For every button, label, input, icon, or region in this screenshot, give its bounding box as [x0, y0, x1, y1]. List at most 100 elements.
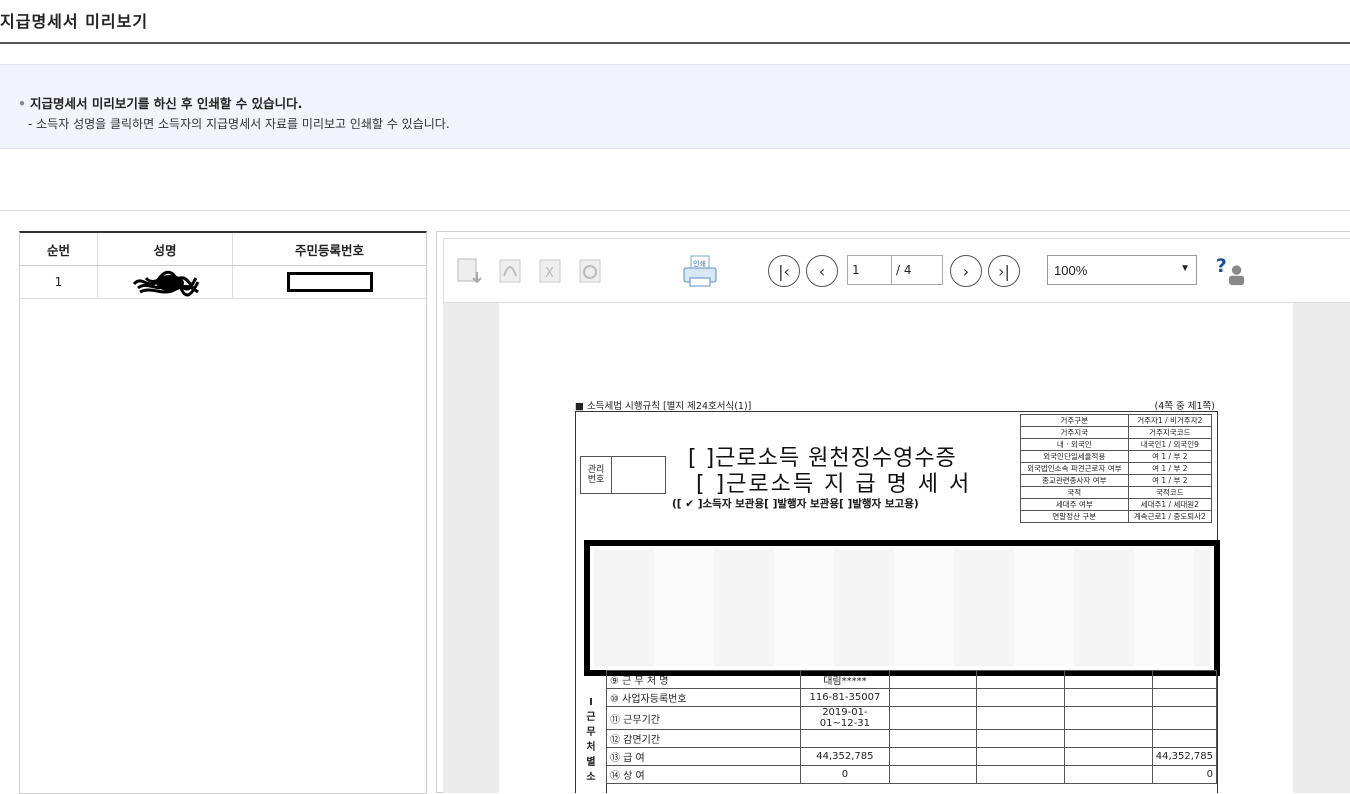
residency-label: 세대주 여부	[1020, 498, 1129, 511]
row-empty	[888, 688, 978, 707]
row-empty	[1064, 706, 1153, 730]
page-title: 지급명세서 미리보기	[0, 12, 149, 31]
side-label-char: 소	[586, 772, 596, 783]
income-row: ⑫ 감면기간	[605, 729, 1218, 748]
row-empty	[888, 670, 978, 689]
row-total: 0	[1151, 765, 1218, 784]
row-empty	[888, 765, 978, 784]
page-total: / 4	[891, 255, 943, 285]
residency-value: 여 1 / 부 2	[1127, 450, 1213, 463]
residency-value: 세대주1 / 세대원2	[1127, 498, 1213, 511]
income-table: ⑨ 근 무 처 명 대림***** ⑩ 사업자등록번호 116-81-35007 ⑪ 근…	[605, 670, 1218, 784]
list-header: 순번 성명 주민등록번호	[20, 233, 426, 266]
residency-value: 내국인1 / 외국인9	[1127, 438, 1213, 451]
residency-label: 외국인단일세율적용	[1020, 450, 1129, 463]
row-empty	[1064, 688, 1153, 707]
info-box: • 지급명세서 미리보기를 하신 후 인쇄할 수 있습니다. - 소득자 성명을 …	[0, 64, 1350, 149]
viewer-toolbar: X 인쇄 |‹ ‹ 1 / 4 › ›| 100% ▼ ?	[443, 238, 1350, 303]
row-label: ⑭ 상 여	[605, 765, 802, 784]
residency-label: 외국법인소속 파견근로자 여부	[1020, 462, 1129, 475]
header-no: 순번	[20, 233, 98, 265]
row-total	[1151, 706, 1218, 730]
residency-row: 연말정산 구분 계속근로1 / 중도퇴사2	[1020, 510, 1213, 523]
row-value: 2019-01-01~12-31	[800, 706, 890, 730]
form-copy-type: ([ ✔ ]소득자 보관용[ ]발행자 보관용[ ]발행자 보고용)	[672, 498, 919, 510]
residency-row: 외국법인소속 파견근로자 여부 여 1 / 부 2	[1020, 462, 1213, 475]
print-button[interactable]: 인쇄	[680, 255, 720, 287]
row-value: 116-81-35007	[800, 688, 890, 707]
residency-label: 거주지국	[1020, 426, 1129, 439]
residency-label: 내 · 외국인	[1020, 438, 1129, 451]
income-row: ⑨ 근 무 처 명 대림*****	[605, 670, 1218, 689]
bullet-icon: •	[18, 96, 26, 111]
side-label: I근무처별소	[576, 670, 607, 793]
page-number-input[interactable]: 1	[847, 255, 891, 285]
income-row: ⑩ 사업자등록번호 116-81-35007	[605, 688, 1218, 707]
residency-label: 종교관련종사자 여부	[1020, 474, 1129, 487]
last-page-button[interactable]: ›|	[988, 255, 1020, 287]
pdf-icon[interactable]	[494, 255, 526, 287]
svg-text:X: X	[545, 266, 554, 281]
form-header: ■ 소득세법 시행규칙 [별지 제24호서식(1)] (4쪽 중 제1쪽)	[575, 398, 1215, 412]
redacted-name-scribble	[132, 270, 200, 297]
chevron-down-icon: ▼	[1180, 263, 1190, 274]
row-total	[1151, 670, 1218, 689]
side-label-char: 별	[586, 757, 596, 768]
row-label: ⑪ 근무기간	[605, 706, 802, 730]
residency-label: 연말정산 구분	[1020, 510, 1129, 523]
row-value	[800, 729, 890, 748]
residency-row: 내 · 외국인 내국인1 / 외국인9	[1020, 438, 1213, 451]
header-name: 성명	[98, 233, 233, 265]
print-label: 인쇄	[693, 259, 706, 268]
residency-row: 외국인단일세율적용 여 1 / 부 2	[1020, 450, 1213, 463]
residency-row: 세대주 여부 세대주1 / 세대원2	[1020, 498, 1213, 511]
row-empty	[976, 688, 1066, 707]
row-value: 대림*****	[800, 670, 890, 689]
document-page: ■ 소득세법 시행규칙 [별지 제24호서식(1)] (4쪽 중 제1쪽) 관리…	[499, 303, 1293, 793]
residency-row: 종교관련종사자 여부 여 1 / 부 2	[1020, 474, 1213, 487]
excel-icon[interactable]: X	[534, 255, 566, 287]
side-label-char: 무	[586, 727, 596, 738]
prev-page-button[interactable]: ‹	[806, 255, 838, 287]
residency-row: 거주구분 거주자1 / 비거주자2	[1020, 414, 1213, 427]
management-number-label: 관리 번호	[581, 457, 612, 493]
info-sub: - 소득자 성명을 클릭하면 소득자의 지급명세서 자료를 미리보고 인쇄할 수…	[28, 117, 450, 131]
row-label: ⑩ 사업자등록번호	[605, 688, 802, 707]
row-value: 44,352,785	[800, 747, 890, 766]
save-icon[interactable]	[454, 255, 486, 287]
residency-grid: 거주구분 거주자1 / 비거주자2 거주지국 거주지국코드 내 · 외국인 내국인1 / …	[1020, 414, 1213, 523]
help-icon[interactable]: ?	[1214, 255, 1246, 287]
residency-label: 국적	[1020, 486, 1129, 499]
residency-label: 거주구분	[1020, 414, 1129, 427]
residency-row: 거주지국 거주지국코드	[1020, 426, 1213, 439]
section-divider	[0, 210, 1350, 211]
hwp-icon[interactable]	[574, 255, 606, 287]
zoom-select[interactable]: 100% ▼	[1047, 255, 1197, 285]
row-empty	[1064, 670, 1153, 689]
row-empty	[888, 706, 978, 730]
row-total	[1151, 688, 1218, 707]
row-empty	[1064, 765, 1153, 784]
title-divider	[0, 42, 1350, 44]
management-number-box: 관리 번호	[580, 456, 666, 494]
residency-value: 거주지국코드	[1127, 426, 1213, 439]
residency-value: 계속근로1 / 중도퇴사2	[1127, 510, 1213, 523]
recipient-list: 순번 성명 주민등록번호 1	[19, 231, 427, 794]
row-total: 44,352,785	[1151, 747, 1218, 766]
svg-text:?: ?	[1216, 256, 1227, 277]
list-row[interactable]: 1	[20, 266, 426, 299]
side-label-char: I	[589, 697, 593, 708]
row-empty	[976, 706, 1066, 730]
next-page-button[interactable]: ›	[950, 255, 982, 287]
row-empty	[976, 747, 1066, 766]
withholding-form: 관리 번호 [ ]근로소득 원천징수영수증 [ ]근로소득 지 급 명 세 서 (…	[575, 411, 1220, 793]
residency-value: 국적코드	[1127, 486, 1213, 499]
row-label: ⑨ 근 무 처 명	[605, 670, 802, 689]
info-main-text: 지급명세서 미리보기를 하신 후 인쇄할 수 있습니다.	[30, 96, 303, 111]
redacted-section	[584, 540, 1220, 676]
recipient-name-link[interactable]	[98, 266, 233, 298]
form-title-statement: [ ]근로소득 지 급 명 세 서	[696, 472, 972, 497]
income-row: ⑬ 급 여 44,352,785 44,352,785	[605, 747, 1218, 766]
first-page-button[interactable]: |‹	[768, 255, 800, 287]
income-row: ⑪ 근무기간 2019-01-01~12-31	[605, 706, 1218, 730]
